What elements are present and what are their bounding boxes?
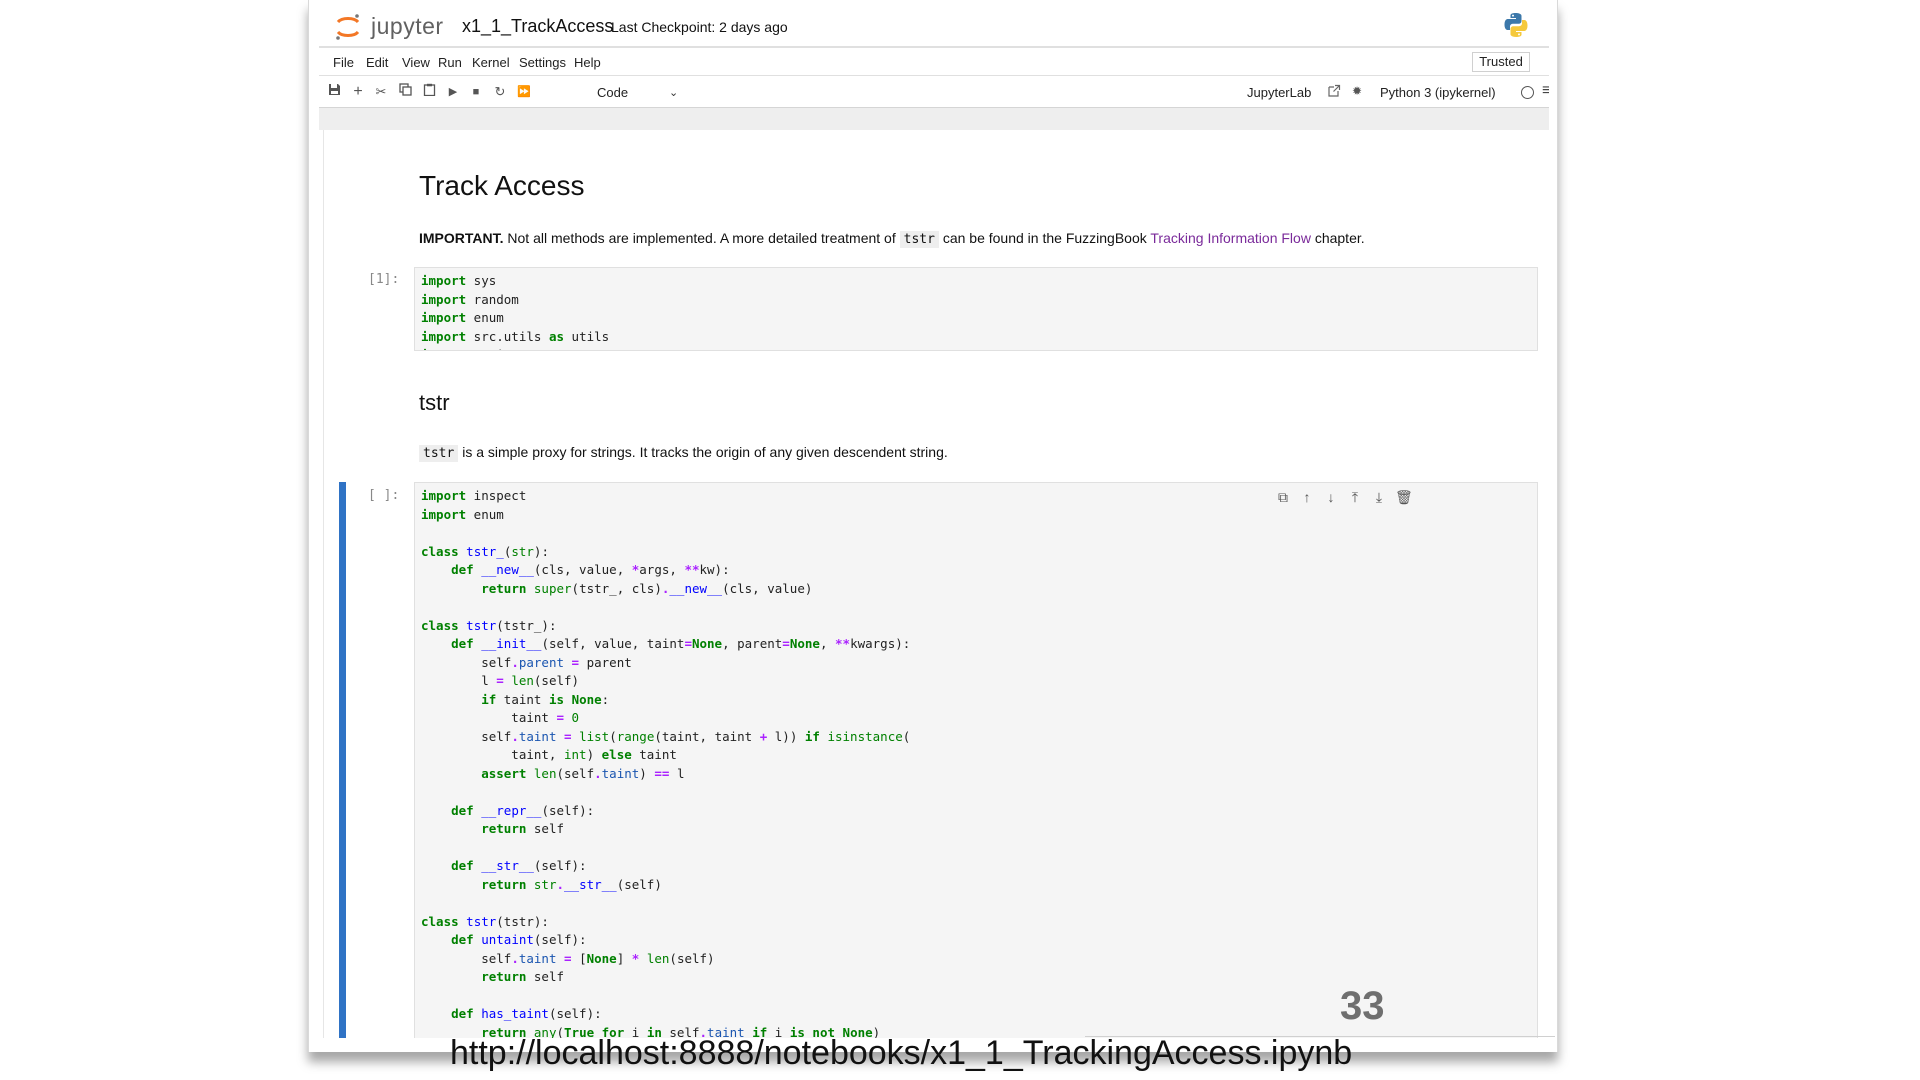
move-up-icon[interactable]: ↑ (1299, 489, 1315, 505)
important-label: IMPORTANT. (419, 230, 504, 246)
menu-view[interactable]: View (402, 55, 430, 70)
code-cell-imports[interactable]: import sys import random import enum imp… (414, 267, 1538, 351)
duplicate-cell-icon[interactable]: ⧉ (1275, 489, 1291, 505)
notebook-title[interactable]: x1_1_TrackAccess (462, 16, 613, 37)
insert-below-icon[interactable]: ⤓ (1371, 489, 1387, 505)
add-cell-icon[interactable]: + (349, 83, 367, 101)
inline-code-tstr-2: tstr (419, 445, 459, 462)
markdown-heading-track-access: Track Access (419, 170, 585, 201)
cut-icon[interactable]: ✂ (372, 83, 390, 101)
kernel-name[interactable]: Python 3 (ipykernel) (1380, 85, 1496, 100)
cell-1-prompt: [1]: (368, 272, 400, 287)
jupyter-logo[interactable]: jupyter (333, 12, 453, 42)
cell-type-select[interactable]: Code (597, 85, 628, 100)
python-logo-icon (1504, 13, 1528, 37)
save-glyph (328, 84, 340, 95)
markdown-heading-tstr: tstr (419, 390, 450, 415)
move-down-icon[interactable]: ↓ (1323, 489, 1339, 505)
stop-icon[interactable]: ■ (467, 83, 485, 101)
top-bar: jupyter x1_1_TrackAccess Last Checkpoint… (319, 0, 1549, 48)
menu-settings[interactable]: Settings (519, 55, 566, 70)
notebook-top-gutter (319, 108, 1549, 130)
jupyter-window: jupyter x1_1_TrackAccess Last Checkpoint… (319, 0, 1549, 1038)
kernel-status-idle-icon (1521, 86, 1534, 99)
jupyter-wordmark: jupyter (371, 13, 444, 39)
active-cell-indicator (339, 482, 346, 1038)
external-link-icon (1328, 84, 1341, 97)
trusted-badge[interactable]: Trusted (1472, 52, 1530, 72)
code-cell-tstr-class[interactable]: ⧉ ↑ ↓ ⤒ ⤓ 🗑 import inspect import enum c… (414, 482, 1538, 1038)
jupyterlab-link[interactable]: JupyterLab (1247, 85, 1311, 100)
inline-code-tstr: tstr (899, 231, 939, 248)
delete-cell-icon[interactable]: 🗑 (1395, 489, 1413, 505)
important-note: IMPORTANT. Not all methods are implement… (419, 230, 1365, 248)
tstr-description: tstr is a simple proxy for strings. It t… (419, 444, 948, 462)
copy-icon[interactable] (396, 83, 414, 101)
tstr-description-text: is a simple proxy for strings. It tracks… (458, 444, 948, 460)
tracking-information-flow-link[interactable]: Tracking Information Flow (1150, 230, 1311, 246)
notebook-toolbar: + ✂ ▶ ■ ↻ ⏩ Code ⌄ JupyterLab ✹ Python 3… (319, 77, 1549, 108)
checkpoint-status: Last Checkpoint: 2 days ago (611, 19, 788, 35)
slide-number: 33 (1340, 984, 1385, 1028)
chevron-down-icon[interactable]: ⌄ (669, 86, 678, 99)
notebook-url: http://localhost:8888/notebooks/x1_1_Tra… (450, 1034, 1353, 1072)
notebook-panel[interactable]: Track Access IMPORTANT. Not all methods … (323, 130, 1547, 1038)
insert-above-icon[interactable]: ⤒ (1347, 489, 1363, 505)
paste-icon[interactable] (420, 83, 438, 101)
run-icon[interactable]: ▶ (444, 83, 462, 101)
copy-glyph (398, 83, 412, 96)
menu-kernel[interactable]: Kernel (472, 55, 510, 70)
code-cell-tstr-source[interactable]: import inspect import enum class tstr_(s… (415, 483, 1537, 1038)
cell-2-prompt: [ ]: (368, 488, 400, 503)
hamburger-menu-icon[interactable]: ≡ (1542, 82, 1549, 100)
jupyter-logo-icon (336, 14, 360, 40)
menu-edit[interactable]: Edit (366, 55, 388, 70)
important-text-2: can be found in the FuzzingBook (938, 230, 1151, 246)
important-text-3: chapter. (1310, 230, 1365, 246)
menu-help[interactable]: Help (574, 55, 601, 70)
menu-bar: File Edit View Run Kernel Settings Help … (319, 50, 1549, 76)
important-text-1: Not all methods are implemented. A more … (503, 230, 900, 246)
menu-run[interactable]: Run (438, 55, 462, 70)
restart-icon[interactable]: ↻ (491, 83, 509, 101)
code-cell-imports-source[interactable]: import sys import random import enum imp… (415, 268, 1537, 350)
menu-file[interactable]: File (333, 55, 354, 70)
debugger-icon[interactable]: ✹ (1352, 84, 1362, 98)
fast-forward-icon[interactable]: ⏩ (515, 83, 533, 101)
save-icon[interactable] (325, 83, 343, 101)
screenshot-frame: jupyter x1_1_TrackAccess Last Checkpoint… (308, 0, 1558, 1052)
paste-glyph (423, 83, 435, 97)
